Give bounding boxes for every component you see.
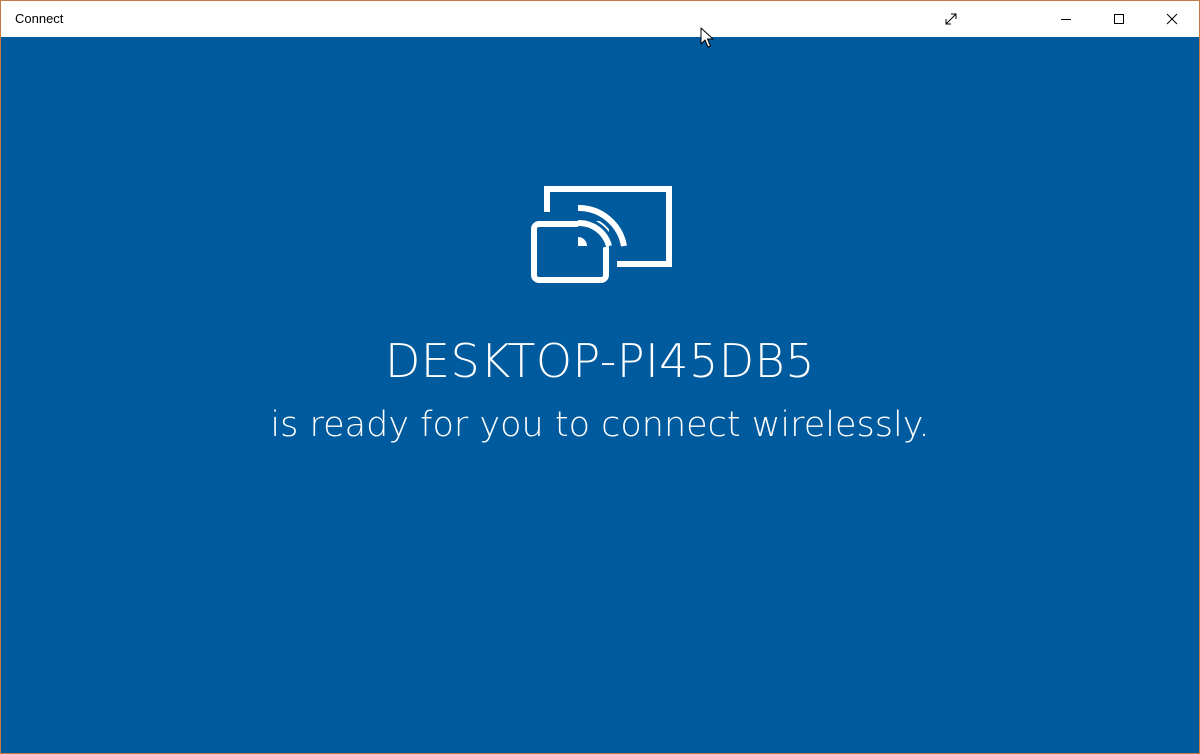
maximize-button[interactable] — [1096, 1, 1142, 37]
minimize-button[interactable] — [1043, 1, 1089, 37]
expand-arrows-icon — [945, 13, 957, 25]
minimize-icon — [1061, 19, 1071, 20]
maximize-icon — [1114, 14, 1124, 24]
close-icon — [1166, 13, 1178, 25]
window-title: Connect — [15, 11, 64, 26]
close-button[interactable] — [1149, 1, 1195, 37]
fullscreen-button[interactable] — [928, 1, 974, 37]
connect-content-area: DESKTOP-PI45DB5 is ready for you to conn… — [1, 37, 1199, 753]
title-bar[interactable]: Connect — [1, 1, 1199, 37]
wireless-display-cast-icon — [531, 186, 672, 283]
connect-app-window: Connect DESKTOP-PI45DB5 is ready for you… — [0, 0, 1200, 754]
device-name: DESKTOP-PI45DB5 — [384, 334, 816, 388]
connection-status-text: is ready for you to connect wirelessly. — [270, 405, 930, 445]
